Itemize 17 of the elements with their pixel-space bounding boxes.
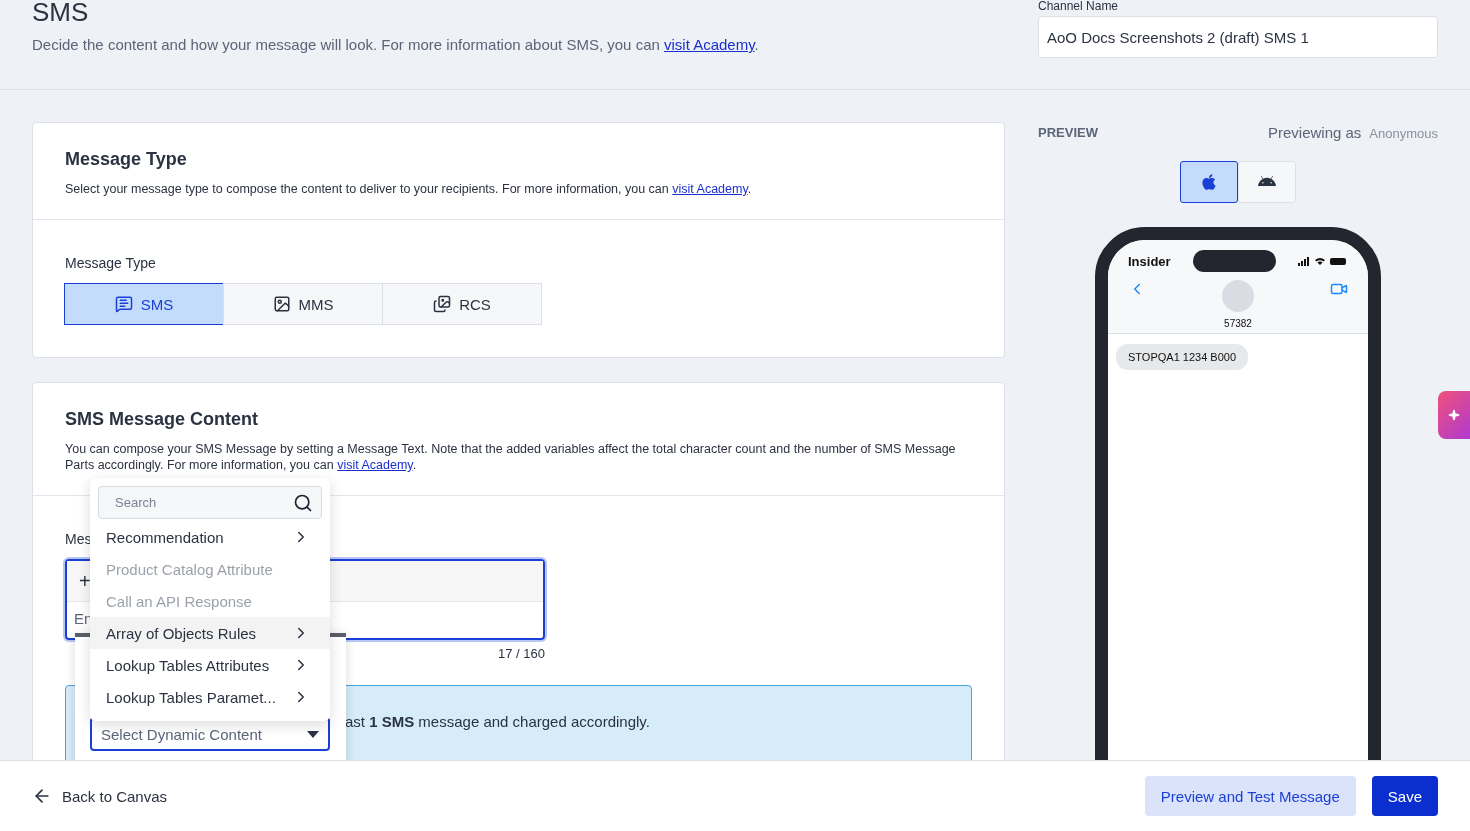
message-bubble: STOPQA1 1234 B000 — [1116, 344, 1249, 370]
page-description: Decide the content and how your message will look. For more information about SMS, you can visit Academy. — [32, 36, 759, 53]
sender-number: 57382 — [1224, 318, 1252, 329]
previewing-as-label: Previewing as — [1267, 124, 1362, 141]
carrier-name: Insider — [1128, 253, 1171, 269]
card-description: Select your message type to compose the content to deliver to your recipients. For more information, you can visit Academy. — [65, 181, 753, 197]
info-message: ast 1 SMS message and charged accordingly. — [345, 713, 650, 730]
card-title: Message Type — [65, 148, 188, 171]
character-counter: 17 / 160 — [497, 646, 545, 661]
channel-name-label: Channel Name — [1038, 0, 1120, 12]
page-title: SMS — [32, 0, 90, 24]
field-label: Message Type — [65, 255, 156, 271]
card-description: You can compose your SMS Message by setting a Message Text. Note that the added variables affect the total character count and the number of SMS Message Parts accordingly. For more information, you can visit Academy. — [65, 441, 957, 473]
card-title: SMS Message Content — [65, 408, 260, 431]
persona-name: Anonymous — [1369, 126, 1438, 141]
preview-heading: PREVIEW — [1038, 125, 1098, 140]
field-label: Mes — [65, 531, 92, 547]
